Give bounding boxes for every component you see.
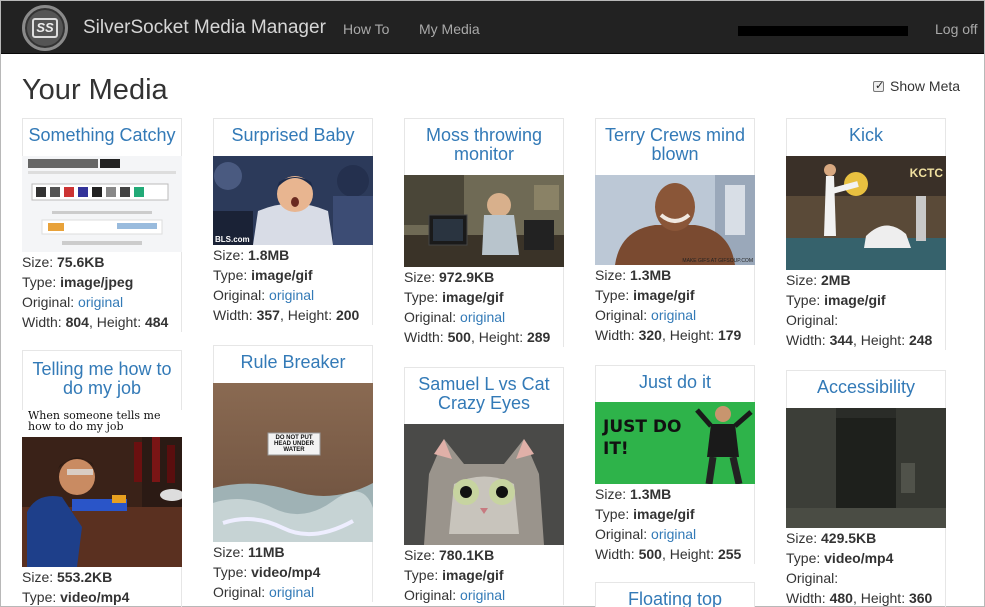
original-link[interactable]: original xyxy=(460,587,505,603)
media-title[interactable]: Samuel L vs Cat Crazy Eyes xyxy=(404,367,564,424)
media-type: image/gif xyxy=(442,289,504,305)
original-link[interactable]: original xyxy=(651,526,696,542)
media-title[interactable]: Telling me how to do my job xyxy=(22,350,182,410)
media-type: image/gif xyxy=(251,267,313,283)
media-card-moss: Moss throwing monitor Size: 972.9KB Type… xyxy=(404,118,564,347)
media-thumbnail[interactable]: JUST DO IT! xyxy=(595,402,755,484)
overlay-text: KCTC xyxy=(909,166,943,180)
brand-link[interactable]: SilverSocket Media Manager xyxy=(83,17,326,39)
media-title[interactable]: Kick xyxy=(786,118,946,156)
media-card-terry-crews: Terry Crews mind blown MAKE GIFS AT GIFS… xyxy=(595,118,755,345)
media-title[interactable]: Something Catchy xyxy=(22,118,182,156)
original-link[interactable]: original xyxy=(651,307,696,323)
media-thumbnail[interactable] xyxy=(404,175,564,267)
media-meta: Size: 972.9KB Type: image/gif Original: … xyxy=(404,267,564,347)
media-card-floating-top: Floating top xyxy=(595,582,755,607)
media-size: 75.6KB xyxy=(57,254,105,270)
show-meta-toggle[interactable]: Show Meta xyxy=(873,78,960,94)
watermark-text: BLS.com xyxy=(215,235,250,244)
media-card-surprised-baby: Surprised Baby BLS.com Size: 1.8MB Type:… xyxy=(213,118,373,325)
watermark-text: MAKE GIFS AT GIFSOUP.COM xyxy=(682,258,753,264)
media-thumbnail[interactable] xyxy=(404,424,564,545)
media-meta: Size: 11MB Type: video/mp4 Original: ori… xyxy=(213,542,373,602)
media-card-just-do-it: Just do it JUST DO IT! Size: 1.3MB Type:… xyxy=(595,365,755,564)
media-title[interactable]: Terry Crews mind blown xyxy=(595,118,755,175)
media-title[interactable]: Floating top xyxy=(595,582,755,607)
media-thumbnail[interactable] xyxy=(786,408,946,528)
media-card-rule-breaker: Rule Breaker DO NOT PUT HEAD UNDER WATER… xyxy=(213,345,373,602)
media-card-samuel-l: Samuel L vs Cat Crazy Eyes Size: 780.1KB… xyxy=(404,367,564,605)
page-title: Your Media xyxy=(22,74,168,106)
show-meta-checkbox[interactable] xyxy=(873,79,884,92)
media-type: video/mp4 xyxy=(824,550,894,566)
media-meta: Size: 2MB Type: image/gif Original: Widt… xyxy=(786,270,946,350)
original-link[interactable]: original xyxy=(269,287,314,303)
media-type: image/gif xyxy=(633,287,695,303)
media-thumbnail[interactable]: When someone tells me how to do my job xyxy=(22,410,182,567)
media-thumbnail[interactable] xyxy=(22,156,182,252)
media-meta: Size: 75.6KB Type: image/jpeg Original: … xyxy=(22,252,182,332)
sign-text: DO NOT PUT HEAD UNDER WATER xyxy=(273,435,314,453)
media-size: 2MB xyxy=(821,272,851,288)
original-link[interactable]: original xyxy=(460,309,505,325)
media-card-something-catchy: Something Catchy Size: 75.6KB Type: imag… xyxy=(22,118,182,332)
media-title[interactable]: Rule Breaker xyxy=(213,345,373,383)
media-meta: Size: 1.3MB Type: image/gif Original: or… xyxy=(595,265,755,345)
media-type: image/gif xyxy=(633,506,695,522)
media-size: 972.9KB xyxy=(439,269,495,285)
overlay-text: JUST DO IT! xyxy=(603,417,682,459)
logoff-link[interactable]: Log off xyxy=(935,21,978,37)
media-type: video/mp4 xyxy=(60,589,130,605)
media-thumbnail[interactable]: MAKE GIFS AT GIFSOUP.COM xyxy=(595,175,755,265)
media-size: 1.3MB xyxy=(630,486,672,502)
nav-how-to[interactable]: How To xyxy=(343,21,389,37)
media-meta: Size: 1.8MB Type: image/gif Original: or… xyxy=(213,245,373,325)
silversocket-logo-icon[interactable]: SS xyxy=(22,5,68,51)
media-size: 553.2KB xyxy=(57,569,113,585)
media-thumbnail[interactable]: BLS.com xyxy=(213,156,373,245)
media-thumbnail[interactable]: KCTC xyxy=(786,156,946,270)
media-size: 1.3MB xyxy=(630,267,672,283)
media-title[interactable]: Just do it xyxy=(595,365,755,402)
navbar: SS SilverSocket Media Manager How To My … xyxy=(1,1,984,54)
media-type: video/mp4 xyxy=(251,564,321,580)
media-size: 780.1KB xyxy=(439,547,495,563)
media-type: image/gif xyxy=(824,292,886,308)
original-link[interactable]: original xyxy=(269,584,314,600)
logo-text: SS xyxy=(32,18,58,38)
media-card-telling-me: Telling me how to do my job When someone… xyxy=(22,350,182,607)
media-title[interactable]: Surprised Baby xyxy=(213,118,373,156)
media-title[interactable]: Accessibility xyxy=(786,370,946,408)
redacted-username xyxy=(738,26,908,36)
media-caption: When someone tells me how to do my job xyxy=(28,410,161,433)
media-meta: Size: 429.5KB Type: video/mp4 Original: … xyxy=(786,528,946,607)
media-thumbnail[interactable]: DO NOT PUT HEAD UNDER WATER xyxy=(213,383,373,542)
media-size: 1.8MB xyxy=(248,247,290,263)
original-link[interactable]: original xyxy=(78,294,123,310)
media-size: 11MB xyxy=(248,544,285,560)
media-card-accessibility: Accessibility Size: 429.5KB Type: video/… xyxy=(786,370,946,607)
media-type: image/jpeg xyxy=(60,274,134,290)
media-meta: Size: 1.3MB Type: image/gif Original: or… xyxy=(595,484,755,564)
media-title[interactable]: Moss throwing monitor xyxy=(404,118,564,175)
nav-my-media[interactable]: My Media xyxy=(419,21,480,37)
media-card-kick: Kick KCTC Size: 2MB Type: image/gif Orig… xyxy=(786,118,946,350)
media-meta: Size: 553.2KB Type: video/mp4 xyxy=(22,567,182,607)
media-type: image/gif xyxy=(442,567,504,583)
media-size: 429.5KB xyxy=(821,530,877,546)
media-meta: Size: 780.1KB Type: image/gif Original: … xyxy=(404,545,564,605)
show-meta-label: Show Meta xyxy=(890,78,961,94)
